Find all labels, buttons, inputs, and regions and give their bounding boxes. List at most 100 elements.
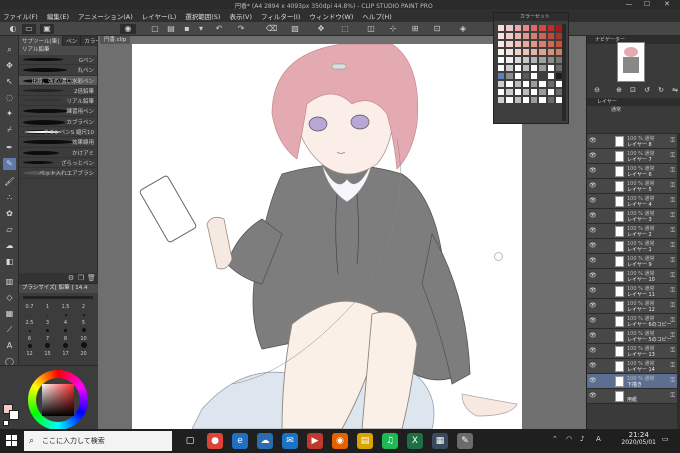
color-chip[interactable] (530, 80, 539, 88)
color-chip[interactable] (521, 72, 530, 80)
canvas[interactable] (132, 43, 522, 429)
layer-row[interactable]: 👁 100 % 通常 レイヤー 3 ⚿ (587, 209, 680, 224)
eye-icon[interactable]: 👁 (589, 257, 597, 264)
eye-icon[interactable]: 👁 (589, 182, 597, 189)
color-chip[interactable] (513, 96, 522, 104)
color-chip[interactable] (538, 56, 547, 64)
size-preset[interactable]: 1.5 (58, 304, 73, 319)
color-chip[interactable] (505, 56, 514, 64)
windows-start-icon[interactable] (6, 435, 18, 447)
color-chip[interactable] (546, 72, 555, 80)
layer-row[interactable]: 👁 100 % 通常 レイヤー 6のコピー ⚿ (587, 314, 680, 329)
fit-icon[interactable]: ⊡ (629, 86, 637, 94)
color-chip[interactable] (521, 56, 530, 64)
layer-tab[interactable]: レイヤー (587, 98, 680, 106)
size-preset[interactable]: 4 (58, 320, 73, 335)
eye-icon[interactable]: 👁 (589, 302, 597, 309)
lock-icon[interactable]: ⚿ (670, 137, 675, 145)
subtool-settings-icon[interactable]: ⚙ (67, 274, 75, 282)
navigator-preview[interactable] (617, 42, 645, 82)
menu-edit[interactable]: 編集(E) (47, 11, 69, 21)
color-chip[interactable] (505, 80, 514, 88)
color-chip[interactable] (546, 48, 555, 56)
eye-icon[interactable]: 👁 (589, 392, 597, 399)
menu-layer[interactable]: レイヤー(L) (142, 11, 177, 21)
color-chip[interactable] (505, 32, 514, 40)
brush-item[interactable]: ざらっとペン (19, 158, 97, 169)
firefox-icon[interactable]: ◉ (332, 433, 348, 449)
invert-selection-icon[interactable]: ◫ (366, 24, 376, 34)
color-chip[interactable] (538, 40, 547, 48)
text-icon[interactable]: A (3, 340, 16, 352)
pencil-icon[interactable]: ✎ (3, 158, 16, 170)
color-chip[interactable] (530, 64, 539, 72)
new-file-icon[interactable]: ▭ (22, 24, 36, 34)
lock-icon[interactable]: ⚿ (670, 272, 675, 280)
eye-icon[interactable]: 👁 (589, 317, 597, 324)
media-icon[interactable]: ▶ (307, 433, 323, 449)
eraser-icon[interactable]: ▱ (3, 224, 16, 236)
transform-icon[interactable]: ✥ (316, 24, 326, 34)
eye-icon[interactable]: 👁 (589, 377, 597, 384)
color-chip[interactable] (521, 40, 530, 48)
color-chip[interactable] (530, 40, 539, 48)
color-chip[interactable] (505, 72, 514, 80)
color-chip[interactable] (530, 24, 539, 32)
color-chip[interactable] (497, 88, 506, 96)
color-chip[interactable] (497, 80, 506, 88)
layer-row[interactable]: 👁 100 % 通常 レイヤー 11 ⚿ (587, 284, 680, 299)
hue-ring[interactable] (28, 370, 88, 430)
layer-row[interactable]: 👁 100 % 通常 レイヤー 7 ⚿ (587, 149, 680, 164)
brush-item[interactable]: ペット入れエアブラシ (19, 168, 97, 179)
blend-mode-select[interactable]: 通常 (587, 106, 680, 114)
brush-item[interactable]: ネオンペンS 縮尺10 (19, 127, 97, 138)
color-chip[interactable] (521, 48, 530, 56)
color-chip[interactable] (505, 88, 514, 96)
menu-window[interactable]: ウィンドウ(W) (309, 11, 353, 21)
copy-subtool-icon[interactable]: ❐ (77, 274, 85, 282)
eye-icon[interactable]: 👁 (589, 212, 597, 219)
brush-item[interactable]: 出線、強め/濃い水彩ペン (19, 75, 97, 86)
grid-icon[interactable]: ⊡ (432, 24, 442, 34)
color-chip[interactable] (546, 64, 555, 72)
color-chip[interactable] (538, 48, 547, 56)
lock-icon[interactable]: ⚿ (670, 152, 675, 160)
color-chip[interactable] (513, 80, 522, 88)
maximize-button[interactable]: ☐ (640, 0, 654, 9)
lasso-icon[interactable]: ◌ (3, 92, 16, 104)
layer-row[interactable]: 👁 100 % 通常 レイヤー 1 ⚿ (587, 239, 680, 254)
color-chip[interactable] (546, 40, 555, 48)
size-preset[interactable]: 5 (76, 320, 91, 335)
color-chip[interactable] (513, 72, 522, 80)
layer-row[interactable]: 👁 100 % 通常 レイヤー 9 ⚿ (587, 254, 680, 269)
rotate-left-icon[interactable]: ↺ (643, 86, 651, 94)
brush-icon[interactable]: 🖌 (3, 176, 16, 188)
ruler-icon[interactable]: ⊹ (388, 24, 398, 34)
color-chip[interactable] (513, 40, 522, 48)
color-chip[interactable] (513, 64, 522, 72)
color-chip[interactable] (497, 56, 506, 64)
chevron-down-icon[interactable]: ▾ (196, 24, 206, 34)
minimize-button[interactable]: — (622, 0, 636, 9)
close-button[interactable]: ✕ (660, 0, 674, 9)
brush-item[interactable]: かけアミ (19, 148, 97, 158)
lock-icon[interactable]: ⚿ (670, 332, 675, 340)
blend-icon[interactable]: ☁ (3, 240, 16, 252)
color-chip[interactable] (505, 96, 514, 104)
eye-icon[interactable]: 👁 (589, 137, 597, 144)
color-chip[interactable] (538, 32, 547, 40)
layer-row[interactable]: 👁 100 % 通常 レイヤー 10 ⚿ (587, 269, 680, 284)
eye-icon[interactable]: 👁 (589, 347, 597, 354)
chrome-icon[interactable]: ● (207, 433, 223, 449)
layer-row[interactable]: 👁 100 % 通常 レイヤー 6 ⚿ (587, 164, 680, 179)
pen-icon[interactable]: ✒ (3, 142, 16, 154)
save-icon[interactable]: ▪ (182, 24, 192, 34)
operation-icon[interactable]: ↖ (3, 76, 16, 88)
flip-icon[interactable]: ⇋ (671, 86, 679, 94)
lock-icon[interactable]: ⚿ (670, 242, 675, 250)
layer-row[interactable]: 👁 100 % 通常 レイヤー 5のコピー ⚿ (587, 329, 680, 344)
mail-icon[interactable]: ✉ (282, 433, 298, 449)
open-file-icon[interactable]: ▣ (40, 24, 54, 34)
layer-row[interactable]: 👁 100 % 通常 レイヤー 14 ⚿ (587, 359, 680, 374)
eyedropper-icon[interactable]: ⌿ (3, 124, 16, 136)
